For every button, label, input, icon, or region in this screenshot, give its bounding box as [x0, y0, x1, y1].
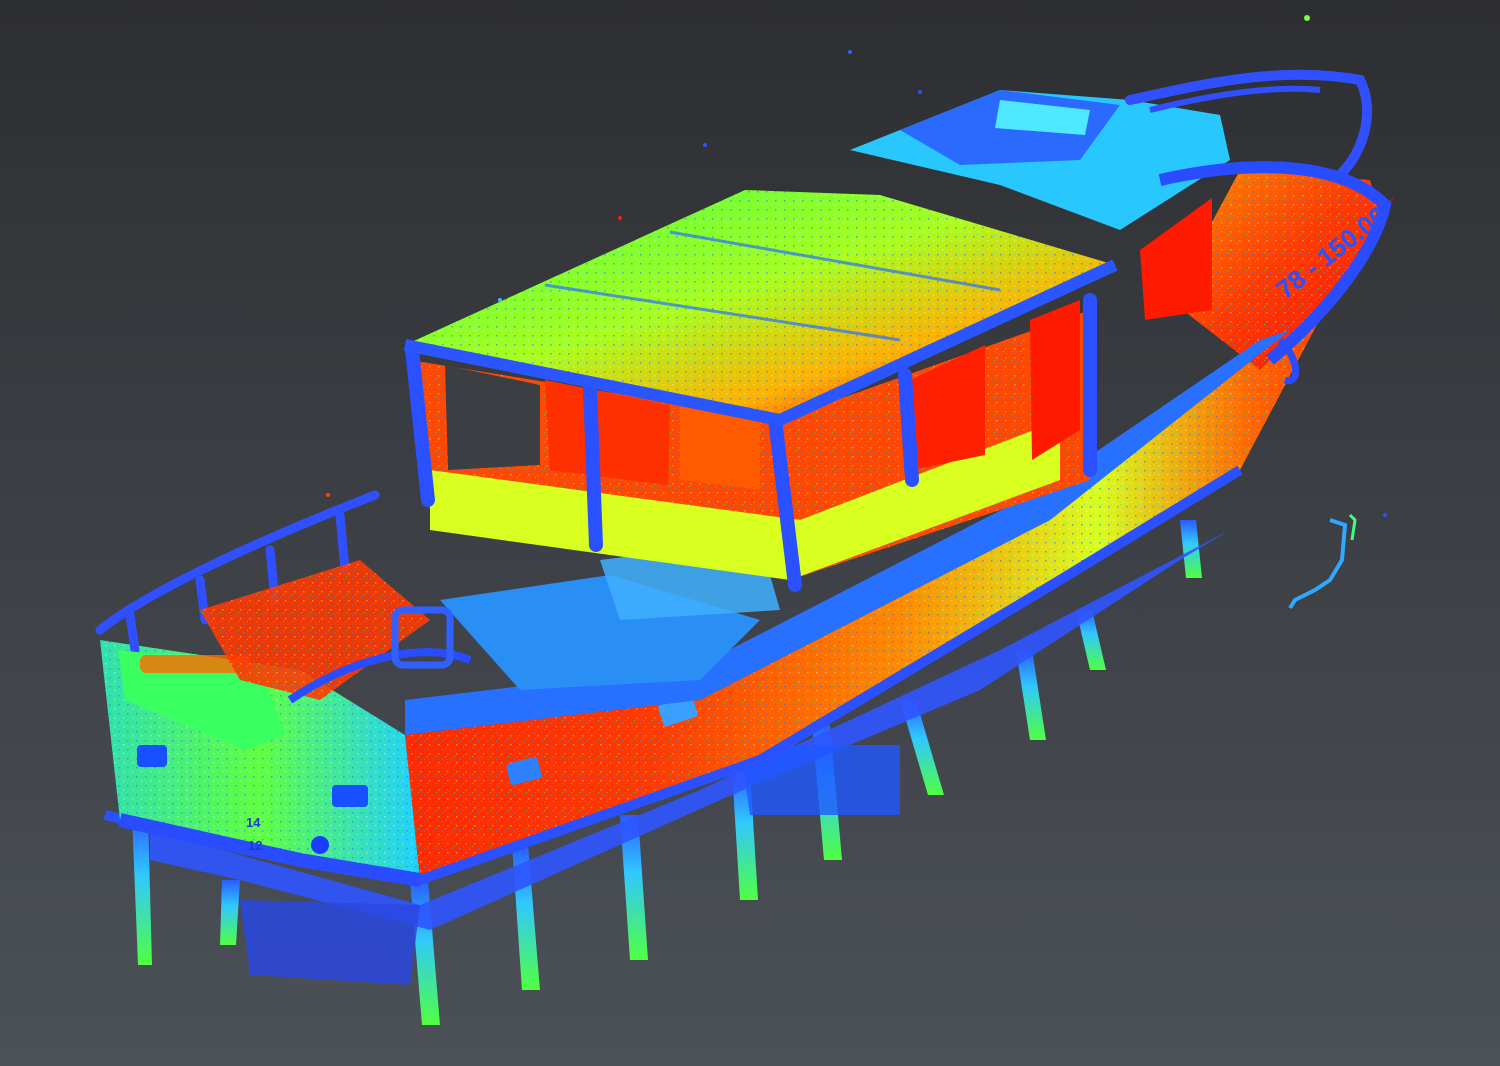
- boat-point-cloud: 78 - 150.00 14 12: [95, 15, 1395, 1025]
- rail-stanchion: [335, 510, 350, 575]
- window-pane: [910, 345, 985, 470]
- stray-point: [918, 90, 922, 94]
- stray-figure: [1288, 518, 1348, 610]
- stray-point: [326, 493, 330, 497]
- cabin-post: [583, 383, 603, 552]
- stern-number: 14: [246, 815, 261, 830]
- stern-fitting: [311, 836, 329, 854]
- support-leg: [132, 815, 152, 965]
- stray-point: [1304, 15, 1310, 21]
- stern-window: [332, 785, 368, 807]
- stray-point: [848, 50, 852, 54]
- point-cloud-viewport[interactable]: 78 - 150.00 14 12: [0, 0, 1500, 1066]
- propeller-area: [240, 900, 420, 985]
- rail-stanchion: [125, 610, 140, 655]
- stern-number: 12: [248, 838, 262, 853]
- stray-point: [703, 143, 707, 147]
- support-leg: [1180, 520, 1202, 578]
- window-pane: [1140, 198, 1212, 320]
- support-leg: [220, 880, 240, 945]
- stray-figure-detail: [1348, 513, 1357, 541]
- stray-point: [618, 216, 622, 220]
- cabin-post: [898, 368, 919, 487]
- stray-point: [498, 298, 502, 302]
- stern-window: [137, 745, 167, 767]
- stray-point: [1383, 513, 1387, 517]
